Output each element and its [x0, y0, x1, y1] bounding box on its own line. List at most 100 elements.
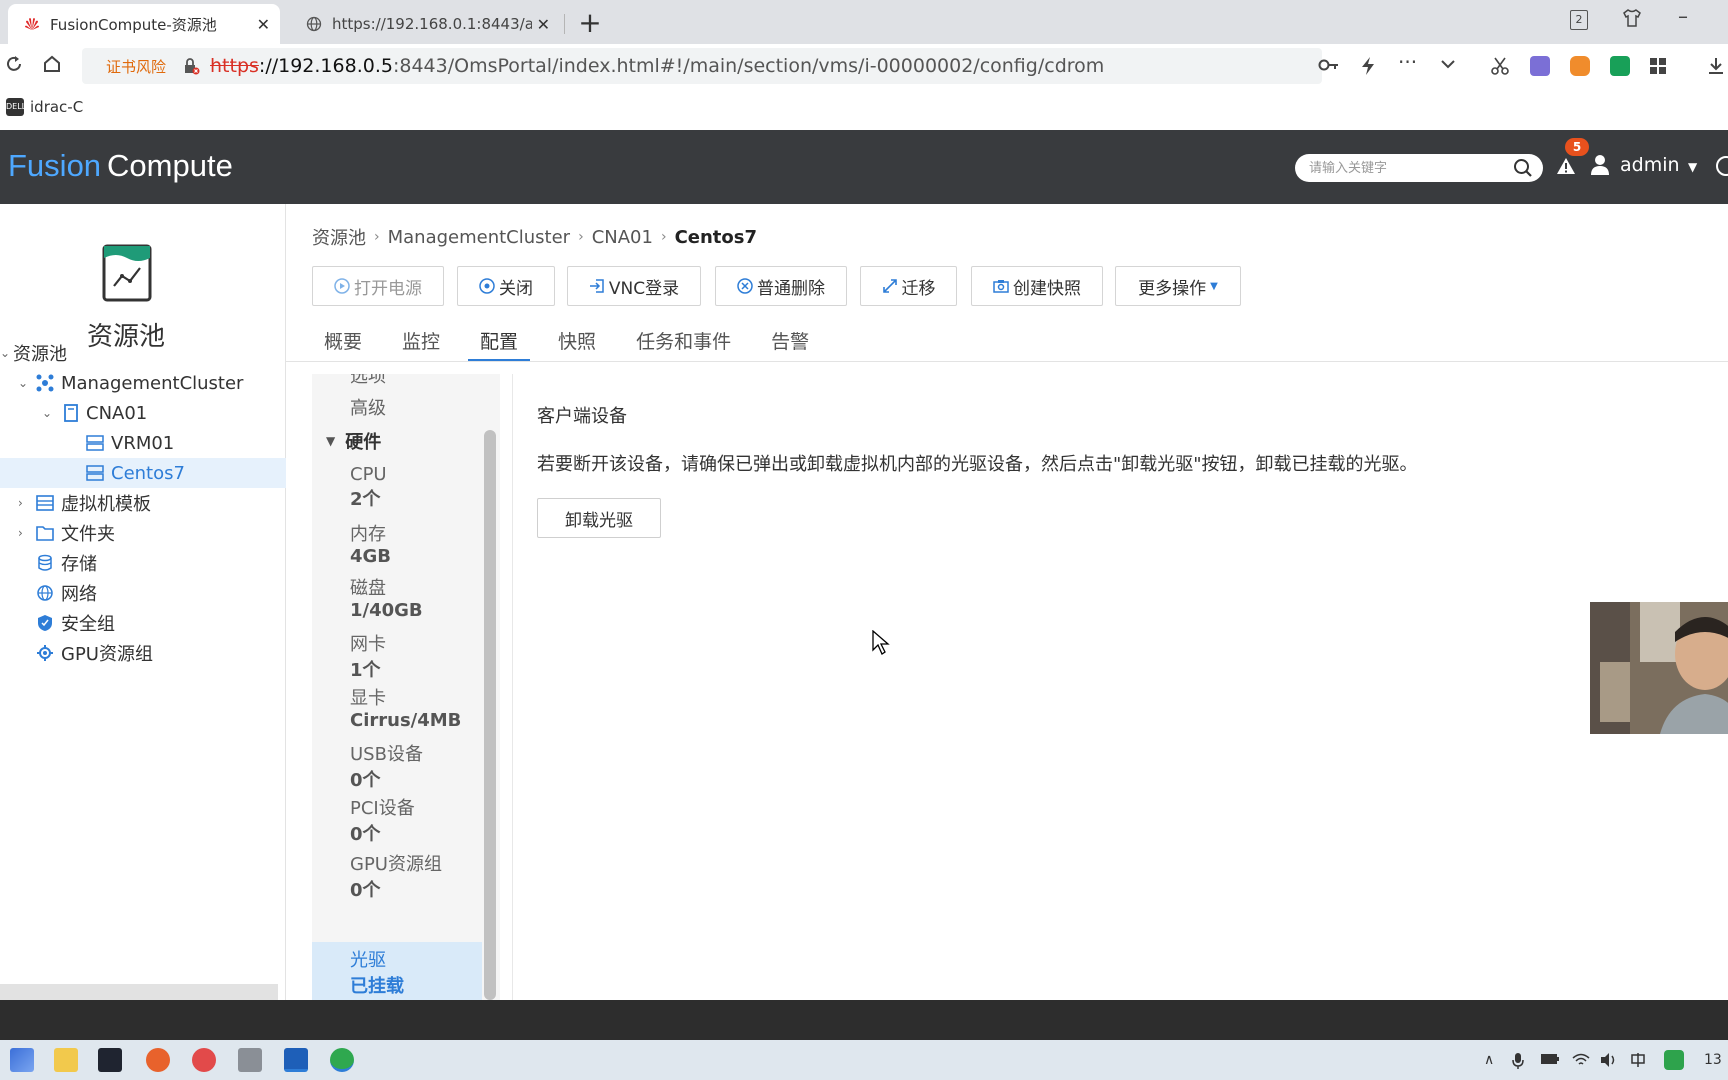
more-actions-dropdown[interactable]: 更多操作 ▼ — [1115, 266, 1241, 306]
config-item-pci[interactable]: PCI设备 0个 — [312, 794, 482, 846]
tab-snapshots[interactable]: 快照 — [546, 320, 608, 362]
close-icon[interactable]: ✕ — [257, 15, 270, 34]
microphone-icon[interactable] — [1512, 1052, 1524, 1074]
create-snapshot-button[interactable]: 创建快照 — [971, 266, 1103, 306]
download-icon[interactable] — [1706, 56, 1726, 81]
tree-item-vrm01[interactable]: VRM01 — [0, 428, 286, 458]
wifi-icon[interactable] — [1572, 1052, 1590, 1072]
tab-config[interactable]: 配置 — [468, 320, 531, 362]
browser-tab-fusioncompute[interactable]: FusionCompute-资源池 ✕ — [8, 4, 280, 44]
config-item-options[interactable]: 选项 — [312, 374, 482, 388]
fusioncompute-logo[interactable]: Fusion Compute — [8, 148, 233, 184]
config-item-gpu[interactable]: GPU资源组 0个 — [312, 850, 482, 902]
minimize-button[interactable]: – — [1678, 4, 1688, 28]
url-host: ://192.168.0.5 — [258, 55, 393, 77]
vmware-icon[interactable] — [284, 1048, 308, 1072]
browser-tab-ip[interactable]: https://192.168.0.1:8443/ap ✕ — [290, 4, 560, 44]
unmount-cdrom-button[interactable]: 卸载光驱 — [537, 498, 661, 538]
caret-down-icon: ▼ — [1210, 280, 1218, 292]
chevron-down-icon[interactable]: ⌄ — [42, 406, 52, 420]
apps-grid-icon[interactable] — [1648, 56, 1668, 81]
breadcrumb-item[interactable]: CNA01 — [592, 227, 653, 248]
tree-item-gpu-groups[interactable]: GPU资源组 — [0, 638, 286, 668]
tree-item-resource-pool[interactable]: ⌄ 资源池 — [0, 338, 286, 368]
input-method-icon[interactable] — [1630, 1052, 1646, 1072]
migrate-button[interactable]: 迁移 — [860, 266, 957, 306]
delete-button[interactable]: 普通删除 — [715, 266, 847, 306]
battery-icon[interactable] — [1540, 1052, 1560, 1070]
chevron-down-icon[interactable] — [1440, 56, 1456, 77]
bookmark-idrac[interactable]: DELL idrac-C — [6, 98, 83, 116]
power-on-button[interactable]: 打开电源 — [312, 266, 444, 306]
more-icon[interactable]: ··· — [1398, 50, 1417, 74]
config-item-graphics[interactable]: 显卡 Cirrus/4MB — [312, 684, 482, 731]
chevron-down-icon[interactable]: ⌄ — [0, 346, 10, 360]
chevron-right-icon[interactable]: › — [18, 526, 23, 540]
chevron-right-icon[interactable]: › — [18, 496, 23, 510]
disk-tool-icon[interactable] — [238, 1048, 262, 1072]
cert-warning-label[interactable]: 证书风险 — [106, 56, 166, 77]
config-item-usb[interactable]: USB设备 0个 — [312, 740, 482, 792]
insecure-lock-icon[interactable] — [182, 57, 200, 75]
breadcrumb-item[interactable]: ManagementCluster — [388, 227, 570, 248]
breadcrumb-item[interactable]: 资源池 — [312, 224, 366, 250]
tab-summary[interactable]: 概要 — [312, 320, 374, 362]
tree-item-storage[interactable]: 存储 — [0, 548, 286, 578]
alert-icon[interactable] — [1556, 156, 1576, 176]
bookmark-extension-icon[interactable] — [1610, 56, 1630, 76]
home-icon[interactable] — [42, 54, 62, 79]
reload-icon[interactable] — [4, 54, 24, 79]
tree-item-vm-templates[interactable]: › 虚拟机模板 — [0, 488, 286, 518]
config-item-value: 已挂载 — [350, 976, 404, 997]
config-item-advanced[interactable]: 高级 — [312, 394, 482, 420]
sidebar-horizontal-scrollbar[interactable] — [0, 984, 278, 1000]
volume-icon[interactable] — [1600, 1052, 1618, 1072]
firefox-icon[interactable] — [146, 1048, 170, 1072]
start-app-icon[interactable] — [10, 1048, 34, 1072]
config-item-cpu[interactable]: CPU 2个 — [312, 464, 482, 511]
shirt-icon[interactable] — [1622, 8, 1642, 32]
config-nav-scrollbar[interactable] — [484, 430, 496, 1000]
tree-item-folders[interactable]: › 文件夹 — [0, 518, 286, 548]
config-item-memory[interactable]: 内存 4GB — [312, 520, 482, 567]
search-input[interactable] — [1295, 154, 1495, 182]
tree-item-centos7[interactable]: Centos7 — [0, 458, 286, 488]
tab-counter-button[interactable]: 2 — [1570, 10, 1588, 30]
lightning-icon[interactable] — [1360, 56, 1376, 81]
url-text[interactable]: https://192.168.0.5:8443/OmsPortal/index… — [210, 55, 1104, 77]
chevron-down-icon[interactable]: ⌄ — [18, 376, 28, 390]
config-item-disk[interactable]: 磁盘 1/40GB — [312, 574, 482, 621]
vnc-login-button[interactable]: VNC登录 — [567, 266, 701, 306]
login-icon — [589, 279, 604, 293]
file-explorer-icon[interactable] — [54, 1048, 78, 1072]
key-icon[interactable] — [1318, 56, 1340, 79]
username-menu[interactable]: admin — [1620, 154, 1680, 176]
shutdown-button[interactable]: 关闭 — [457, 266, 555, 306]
chevron-up-icon[interactable]: ∧ — [1484, 1052, 1494, 1068]
config-hardware-header[interactable]: ▼ 硬件 — [326, 428, 381, 454]
tab-tasks-events[interactable]: 任务和事件 — [624, 320, 743, 362]
snail-app-icon[interactable] — [192, 1048, 216, 1072]
tab-alarms[interactable]: 告警 — [759, 320, 821, 362]
terminal-icon[interactable] — [98, 1048, 122, 1072]
search-icon[interactable] — [1513, 158, 1533, 178]
tree-item-managementcluster[interactable]: ⌄ ManagementCluster — [0, 368, 286, 398]
tab-monitor[interactable]: 监控 — [390, 320, 452, 362]
caret-down-icon[interactable]: ▼ — [1688, 160, 1697, 174]
browser-taskbar-icon[interactable] — [330, 1048, 354, 1072]
config-item-cdrom[interactable]: 光驱 已挂载 — [312, 942, 482, 1000]
scissors-icon[interactable] — [1490, 56, 1510, 81]
help-icon[interactable] — [1716, 156, 1728, 176]
tree-item-network[interactable]: 网络 — [0, 578, 286, 608]
url-bar[interactable]: 证书风险 https://192.168.0.5:8443/OmsPortal/… — [82, 48, 1322, 84]
close-icon[interactable]: ✕ — [537, 15, 550, 34]
sogou-ime-icon[interactable] — [1664, 1050, 1684, 1070]
game-extension-icon[interactable] — [1570, 56, 1590, 76]
user-icon[interactable] — [1590, 154, 1610, 176]
new-tab-button[interactable]: + — [578, 6, 602, 39]
tree-item-cna01[interactable]: ⌄ CNA01 — [0, 398, 286, 428]
tree-item-security-groups[interactable]: 安全组 — [0, 608, 286, 638]
clock[interactable]: 13 — [1704, 1052, 1722, 1068]
translate-extension-icon[interactable] — [1530, 56, 1550, 76]
config-item-nic[interactable]: 网卡 1个 — [312, 630, 482, 682]
